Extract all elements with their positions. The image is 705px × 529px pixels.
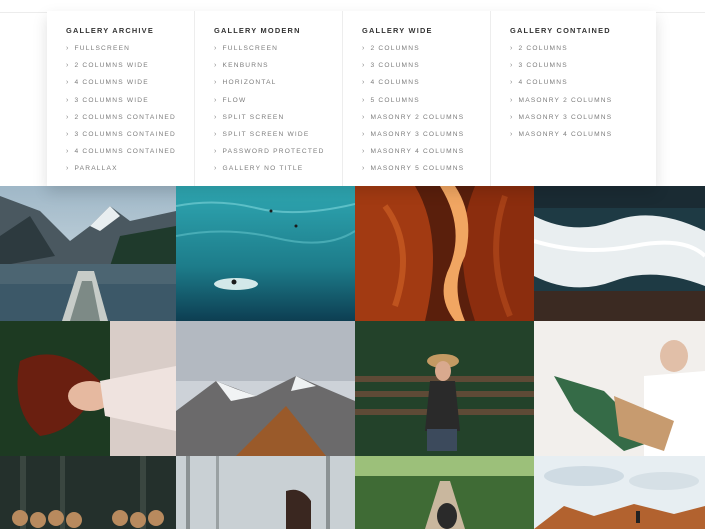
- chevron-right-icon: ›: [66, 148, 70, 156]
- menu-item-masonry-2-columns[interactable]: › MASONRY 2 COLUMNS: [362, 109, 490, 126]
- gallery-photo-ocean-waves[interactable]: [534, 186, 705, 321]
- chevron-right-icon: ›: [510, 130, 514, 138]
- menu-item-split-screen-wide[interactable]: › SPLIT SCREEN WIDE: [214, 126, 342, 143]
- chevron-right-icon: ›: [66, 62, 70, 70]
- gallery-photo-misty-horse[interactable]: [176, 456, 355, 529]
- menu-item-3-columns[interactable]: › 3 COLUMNS: [510, 57, 652, 74]
- menu-item-gallery-no-title[interactable]: › GALLERY NO TITLE: [214, 160, 342, 177]
- chevron-right-icon: ›: [214, 148, 218, 156]
- chevron-right-icon: ›: [66, 165, 70, 173]
- chevron-right-icon: ›: [362, 96, 366, 104]
- chevron-right-icon: ›: [66, 96, 70, 104]
- chevron-right-icon: ›: [214, 62, 218, 70]
- gallery-photo-snowy-mountains[interactable]: [176, 321, 355, 456]
- menu-item-2-columns[interactable]: › 2 COLUMNS: [362, 40, 490, 57]
- gallery-photo-mountain-lake[interactable]: [0, 186, 176, 321]
- menu-column-gallery-archive: GALLERY ARCHIVE › FULLSCREEN › 2 COLUMNS W…: [47, 11, 195, 186]
- chevron-right-icon: ›: [214, 113, 218, 121]
- gallery-mega-menu: GALLERY ARCHIVE › FULLSCREEN › 2 COLUMNS W…: [47, 11, 656, 186]
- menu-item-kenburns[interactable]: › KENBURNS: [214, 57, 342, 74]
- chevron-right-icon: ›: [510, 45, 514, 52]
- menu-column-gallery-contained: GALLERY CONTAINED › 2 COLUMNS › 3 COLUMNS …: [491, 11, 652, 186]
- menu-column-gallery-wide: GALLERY WIDE › 2 COLUMNS › 3 COLUMNS › 4 CO…: [343, 11, 491, 186]
- menu-column-gallery-modern: GALLERY MODERN › FULLSCREEN › KENBURNS › HO…: [195, 11, 343, 186]
- menu-item-2-columns-contained[interactable]: › 2 COLUMNS CONTAINED: [66, 109, 194, 126]
- menu-item-fullscreen[interactable]: › FULLSCREEN: [66, 40, 194, 57]
- gallery-grid: [0, 186, 705, 529]
- menu-item-masonry-3-columns[interactable]: › MASONRY 3 COLUMNS: [362, 126, 490, 143]
- gallery-photo-forest-logs[interactable]: [0, 456, 176, 529]
- chevron-right-icon: ›: [362, 113, 366, 121]
- menu-item-masonry-3-columns[interactable]: › MASONRY 3 COLUMNS: [510, 109, 652, 126]
- menu-item-flow[interactable]: › FLOW: [214, 92, 342, 109]
- menu-item-2-columns-wide[interactable]: › 2 COLUMNS WIDE: [66, 57, 194, 74]
- chevron-right-icon: ›: [510, 79, 514, 87]
- chevron-right-icon: ›: [362, 130, 366, 138]
- gallery-photo-park-path[interactable]: [355, 456, 534, 529]
- chevron-right-icon: ›: [214, 165, 218, 173]
- menu-item-4-columns[interactable]: › 4 COLUMNS: [510, 74, 652, 91]
- chevron-right-icon: ›: [214, 45, 218, 52]
- menu-item-masonry-4-columns[interactable]: › MASONRY 4 COLUMNS: [510, 126, 652, 143]
- menu-item-5-columns[interactable]: › 5 COLUMNS: [362, 92, 490, 109]
- menu-column-title: GALLERY MODERN: [214, 26, 301, 35]
- gallery-photo-antelope-canyon[interactable]: [355, 186, 534, 321]
- menu-item-parallax[interactable]: › PARALLAX: [66, 160, 194, 177]
- gallery-photo-woman-hat-bench[interactable]: [355, 321, 534, 456]
- chevron-right-icon: ›: [362, 165, 366, 173]
- menu-item-masonry-4-columns[interactable]: › MASONRY 4 COLUMNS: [362, 143, 490, 160]
- menu-column-title: GALLERY ARCHIVE: [66, 26, 154, 35]
- menu-item-3-columns[interactable]: › 3 COLUMNS: [362, 57, 490, 74]
- menu-item-2-columns[interactable]: › 2 COLUMNS: [510, 40, 652, 57]
- chevron-right-icon: ›: [510, 62, 514, 70]
- menu-item-split-screen[interactable]: › SPLIT SCREEN: [214, 109, 342, 126]
- chevron-right-icon: ›: [66, 79, 70, 87]
- menu-item-4-columns-contained[interactable]: › 4 COLUMNS CONTAINED: [66, 143, 194, 160]
- gallery-photo-woman-lying[interactable]: [0, 321, 176, 456]
- menu-column-title: GALLERY WIDE: [362, 26, 433, 35]
- chevron-right-icon: ›: [214, 96, 218, 104]
- menu-item-3-columns-contained[interactable]: › 3 COLUMNS CONTAINED: [66, 126, 194, 143]
- menu-item-password-protected[interactable]: › PASSWORD PROTECTED: [214, 143, 342, 160]
- gallery-photo-woman-bouquet[interactable]: [534, 321, 705, 456]
- chevron-right-icon: ›: [66, 45, 70, 52]
- chevron-right-icon: ›: [66, 130, 70, 138]
- chevron-right-icon: ›: [214, 79, 218, 87]
- menu-item-masonry-2-columns[interactable]: › MASONRY 2 COLUMNS: [510, 92, 652, 109]
- chevron-right-icon: ›: [362, 45, 366, 52]
- menu-item-fullscreen[interactable]: › FULLSCREEN: [214, 40, 342, 57]
- gallery-photo-ocean-surfers[interactable]: [176, 186, 355, 321]
- chevron-right-icon: ›: [510, 113, 514, 121]
- menu-item-4-columns[interactable]: › 4 COLUMNS: [362, 74, 490, 91]
- chevron-right-icon: ›: [66, 113, 70, 121]
- menu-item-horizontal[interactable]: › HORIZONTAL: [214, 74, 342, 91]
- menu-item-4-columns-wide[interactable]: › 4 COLUMNS WIDE: [66, 74, 194, 91]
- chevron-right-icon: ›: [214, 130, 218, 138]
- chevron-right-icon: ›: [510, 96, 514, 104]
- menu-column-title: GALLERY CONTAINED: [510, 26, 611, 35]
- menu-item-masonry-5-columns[interactable]: › MASONRY 5 COLUMNS: [362, 160, 490, 177]
- chevron-right-icon: ›: [362, 62, 366, 70]
- menu-item-3-columns-wide[interactable]: › 3 COLUMNS WIDE: [66, 92, 194, 109]
- gallery-photo-desert-sky[interactable]: [534, 456, 705, 529]
- chevron-right-icon: ›: [362, 148, 366, 156]
- chevron-right-icon: ›: [362, 79, 366, 87]
